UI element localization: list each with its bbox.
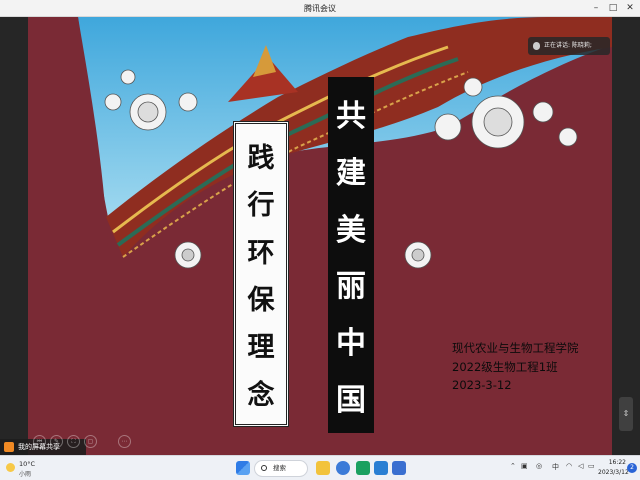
file-explorer-icon[interactable]: [316, 461, 330, 475]
window-titlebar: 腾讯会议 – □ ✕: [0, 0, 640, 17]
search-placeholder: 搜索: [273, 464, 286, 472]
palace-roof-illustration: [28, 17, 612, 269]
shared-screen-area: 践 行 环 保 理 念 共 建 美 丽 中 国 现代农业与生物工程学院 2022…: [0, 17, 640, 455]
maximize-button[interactable]: □: [605, 1, 621, 15]
tray-app-icon[interactable]: ◎: [536, 462, 542, 470]
college-name: 现代农业与生物工程学院: [452, 341, 579, 355]
clock-time: 16:22: [608, 459, 626, 466]
start-menu-icon[interactable]: [236, 461, 250, 475]
banner-left-char: 理: [247, 332, 275, 364]
banner-right-char: 共: [336, 99, 366, 135]
speaker-toast: 正在讲话: 陈晓莉;: [528, 37, 610, 55]
app-icon[interactable]: [392, 461, 406, 475]
presentation-slide: 践 行 环 保 理 念 共 建 美 丽 中 国 现代农业与生物工程学院 2022…: [28, 17, 612, 455]
banner-right-char: 中: [336, 325, 366, 361]
windows-taskbar: 10°C 小雨 搜索 ⌃ ▣ ◎ 中 ◠ ◁ ▭ 16:22 2023/3/12…: [0, 455, 640, 480]
search-icon: [261, 465, 267, 471]
battery-icon[interactable]: ▭: [588, 462, 595, 470]
banner-right-char: 国: [336, 382, 366, 418]
weather-widget[interactable]: 10°C 小雨: [6, 459, 46, 478]
tray-app-icon[interactable]: ▣: [521, 462, 528, 470]
banner-left: 践 行 环 保 理 念: [233, 121, 289, 427]
weather-icon: [6, 463, 15, 472]
side-toolbar-toggle[interactable]: ⇕: [619, 397, 633, 431]
banner-left-char: 行: [247, 190, 275, 222]
tray-chevron-icon[interactable]: ⌃: [510, 462, 516, 470]
mic-icon: [533, 42, 540, 50]
window-title: 腾讯会议: [304, 4, 336, 13]
banner-right-char: 建: [336, 155, 366, 191]
volume-icon[interactable]: ◁: [578, 462, 583, 470]
close-button[interactable]: ✕: [622, 1, 638, 15]
control-fullscreen-button[interactable]: ⛶: [67, 435, 80, 448]
system-clock[interactable]: 16:22 2023/3/12: [598, 458, 629, 478]
banner-left-char: 保: [247, 285, 275, 317]
edge-browser-icon[interactable]: [336, 461, 350, 475]
weather-temp: 10°C: [19, 460, 36, 468]
minimize-button[interactable]: –: [588, 1, 604, 15]
banner-right-char: 美: [336, 212, 366, 248]
banner-left-char: 念: [247, 379, 275, 411]
presentation-date: 2023-3-12: [452, 378, 512, 392]
clock-date: 2023/3/12: [598, 469, 629, 476]
taskbar-search[interactable]: 搜索: [254, 460, 308, 477]
input-language[interactable]: 中: [552, 462, 559, 472]
control-annotate-button[interactable]: ✎: [50, 435, 63, 448]
wifi-icon[interactable]: ◠: [566, 462, 572, 470]
weather-desc: 小雨: [19, 471, 32, 478]
class-name: 2022级生物工程1班: [452, 360, 558, 374]
share-icon: [4, 442, 14, 452]
control-window-button[interactable]: ▢: [84, 435, 97, 448]
tencent-meeting-icon[interactable]: [374, 461, 388, 475]
wechat-icon[interactable]: [356, 461, 370, 475]
banner-left-char: 环: [247, 237, 275, 269]
banner-right-char: 丽: [336, 269, 366, 305]
banner-left-char: 践: [247, 143, 275, 175]
speaker-text: 正在讲话: 陈晓莉;: [544, 42, 592, 49]
control-more-button[interactable]: ⋯: [118, 435, 131, 448]
control-prev-button[interactable]: ⏮: [33, 435, 46, 448]
notification-badge[interactable]: 2: [627, 463, 637, 473]
banner-right: 共 建 美 丽 中 国: [328, 77, 374, 433]
